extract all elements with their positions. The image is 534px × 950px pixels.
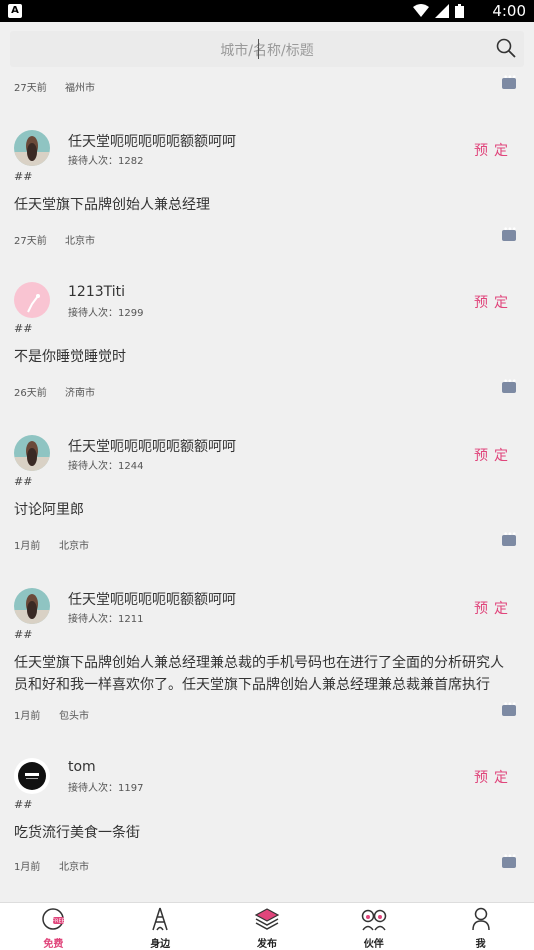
tab-label: 我 <box>475 939 486 950</box>
visit-count: 接待人次：1244 <box>68 461 144 472</box>
post-city: 福州市 <box>65 83 95 94</box>
book-button[interactable]: 预定 <box>474 598 514 618</box>
tower-icon <box>152 907 168 931</box>
post-tags: ## <box>14 475 33 488</box>
tab-free[interactable]: FREE 免费 <box>0 903 107 950</box>
post-city: 北京市 <box>59 862 89 873</box>
user-name: 1213Titi <box>68 284 126 300</box>
search-input[interactable]: 城市/名称/标题 <box>10 31 524 67</box>
tab-label: 身边 <box>150 939 171 950</box>
post-time: 26天前 <box>14 388 47 399</box>
list-item[interactable]: 任天堂呃呃呃呃呃额额呵呵 接待人次：1244 预定 ## 讨论阿里郎 1月前 北… <box>0 431 534 583</box>
message-icon[interactable] <box>502 530 516 546</box>
text-cursor <box>258 39 259 59</box>
visit-count: 接待人次：1282 <box>68 156 144 167</box>
avatar[interactable] <box>14 130 50 166</box>
layers-icon <box>254 908 280 930</box>
post-tags: ## <box>14 170 33 183</box>
avatar[interactable] <box>14 588 50 624</box>
tab-label: 发布 <box>256 939 277 950</box>
post-tags: ## <box>14 322 33 335</box>
list-item[interactable]: 任天堂呃呃呃呃呃额额呵呵 接待人次：1282 预定 ## 任天堂旗下品牌创始人兼… <box>0 126 534 278</box>
post-city: 北京市 <box>59 541 89 552</box>
avatar[interactable] <box>14 435 50 471</box>
post-time: 27天前 <box>14 83 47 94</box>
wifi-icon <box>413 4 429 17</box>
status-bar: A 4:00 <box>0 0 534 22</box>
post-list: 27天前 福州市 <box>0 70 534 100</box>
search-placeholder: 城市/名称/标题 <box>220 43 314 59</box>
post-body: 不是你睡觉睡觉时 <box>14 349 126 365</box>
search-icon[interactable] <box>496 38 516 58</box>
app-badge-icon: A <box>8 4 22 18</box>
post-time: 1月前 <box>14 862 41 873</box>
user-name: 任天堂呃呃呃呃呃额额呵呵 <box>68 439 236 455</box>
list-item[interactable]: 1213Titi 接待人次：1299 预定 ## 不是你睡觉睡觉时 26天前 济… <box>0 278 534 430</box>
post-tags: ## <box>14 628 33 641</box>
message-icon[interactable] <box>502 852 516 868</box>
tab-publish[interactable]: 发布 <box>214 903 321 950</box>
message-icon[interactable] <box>502 700 516 716</box>
visit-count: 接待人次：1211 <box>68 614 144 625</box>
book-button[interactable]: 预定 <box>474 140 514 160</box>
list-item[interactable]: 任天堂呃呃呃呃呃额额呵呵 接待人次：1211 预定 ## 任天堂旗下品牌创始人兼… <box>0 584 534 754</box>
message-icon[interactable] <box>502 225 516 241</box>
system-icons <box>413 4 464 18</box>
message-icon[interactable] <box>502 73 516 89</box>
list-item-meta: 27天前 福州市 <box>0 70 534 100</box>
tab-me[interactable]: 我 <box>427 903 534 950</box>
post-city: 济南市 <box>65 388 95 399</box>
post-body: 吃货流行美食一条街 <box>14 825 140 841</box>
post-body: 任天堂旗下品牌创始人兼总经理兼总裁的手机号码也在进行了全面的分析研究人员和好和我… <box>14 655 504 693</box>
avatar[interactable] <box>14 758 50 794</box>
avatar[interactable] <box>14 282 50 318</box>
message-icon[interactable] <box>502 377 516 393</box>
post-tags: ## <box>14 798 33 811</box>
visit-count: 接待人次：1299 <box>68 308 144 319</box>
user-name: 任天堂呃呃呃呃呃额额呵呵 <box>68 134 236 150</box>
user-name: tom <box>68 759 96 775</box>
user-name: 任天堂呃呃呃呃呃额额呵呵 <box>68 592 236 608</box>
tab-label: 免费 <box>43 939 64 950</box>
tab-partners[interactable]: 伙伴 <box>320 903 427 950</box>
post-city: 北京市 <box>65 236 95 247</box>
post-body: 讨论阿里郎 <box>14 502 84 518</box>
signal-icon <box>435 4 449 18</box>
post-body: 任天堂旗下品牌创始人兼总经理 <box>14 197 210 213</box>
battery-icon <box>455 4 464 18</box>
post-time: 27天前 <box>14 236 47 247</box>
book-button[interactable]: 预定 <box>474 292 514 312</box>
svg-text:FREE: FREE <box>53 919 66 925</box>
post-time: 1月前 <box>14 541 41 552</box>
bottom-tab-bar: FREE 免费 身边 发布 伙伴 我 <box>0 902 534 950</box>
free-icon: FREE <box>42 908 66 930</box>
post-city: 包头市 <box>59 711 89 722</box>
tab-nearby[interactable]: 身边 <box>107 903 214 950</box>
clock: 4:00 <box>492 2 526 20</box>
partners-icon <box>361 909 387 931</box>
book-button[interactable]: 预定 <box>474 767 514 787</box>
tab-label: 伙伴 <box>363 939 384 950</box>
list-item[interactable]: tom 接待人次：1197 预定 ## 吃货流行美食一条街 1月前 北京市 <box>0 754 534 906</box>
post-time: 1月前 <box>14 711 41 722</box>
visit-count: 接待人次：1197 <box>68 783 144 794</box>
person-icon <box>471 907 490 931</box>
book-button[interactable]: 预定 <box>474 445 514 465</box>
